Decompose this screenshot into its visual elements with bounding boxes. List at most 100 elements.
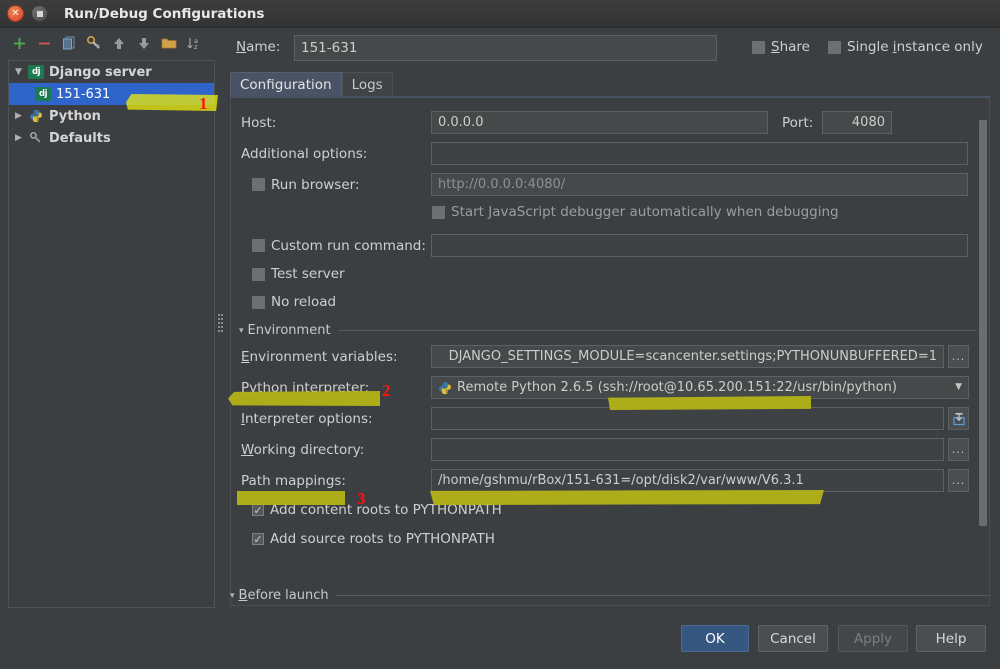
panel-splitter[interactable] [217,312,224,334]
python-interpreter-select[interactable]: Remote Python 2.6.5 (ssh://root@10.65.20… [431,376,969,399]
checkbox-box[interactable] [252,178,265,191]
port-label: Port: [782,114,814,131]
remove-configuration-button[interactable] [33,32,55,54]
custom-run-command-input[interactable] [431,234,968,257]
tree-item-151-631[interactable]: dj 151-631 [9,83,214,105]
env-vars-row: Environment variables: DJANGO_SETTINGS_M… [241,345,981,368]
run-browser-row: Run browser: http://0.0.0.0:4080/ [241,173,981,196]
copy-configuration-button[interactable] [58,32,80,54]
path-mappings-label: Path mappings: [241,472,346,489]
chevron-down-icon[interactable]: ▾ [230,591,235,601]
run-browser-label: Run browser: [271,176,360,193]
edit-defaults-button[interactable] [83,32,105,54]
port-input[interactable]: 4080 [822,111,892,134]
checkbox-box[interactable] [828,40,841,54]
js-debugger-checkbox[interactable]: Start JavaScript debugger automatically … [432,204,839,220]
interpreter-options-input[interactable] [431,407,944,430]
python-interpreter-label: Python interpreter: [241,379,370,396]
env-vars-browse-button[interactable]: ... [948,345,969,368]
configurations-tree[interactable]: ▼ dj Django server dj 151-631 ▶ Python ▶… [8,60,215,608]
scrollbar-thumb[interactable] [979,120,987,526]
tree-item-python[interactable]: ▶ Python [9,105,214,127]
ok-button[interactable]: OK [681,625,749,652]
apply-button: Apply [838,625,908,652]
section-divider [337,330,981,331]
close-icon[interactable]: ✕ [7,5,24,22]
window-titlebar: ✕ Run/Debug Configurations [0,0,1000,28]
path-mappings-input[interactable]: /home/gshmu/rBox/151-631=/opt/disk2/var/… [431,469,944,492]
no-reload-label: No reload [271,294,337,310]
run-browser-url-input[interactable]: http://0.0.0.0:4080/ [431,173,968,196]
configuration-panel: Name: 151-631 Share Single instance only… [228,30,990,608]
help-button[interactable]: Help [916,625,986,652]
custom-run-command-checkbox[interactable]: Custom run command: [241,238,431,254]
host-row: Host: 0.0.0.0 Port: 4080 [241,111,981,134]
python-interpreter-value: Remote Python 2.6.5 (ssh://root@10.65.20… [457,380,897,395]
add-content-roots-checkbox[interactable]: ✓ Add content roots to PYTHONPATH [252,502,502,518]
django-icon: dj [35,87,51,101]
tab-bar[interactable]: Configuration Logs [230,72,393,96]
before-launch-label: Before launch [238,588,329,603]
share-label: Share [771,39,810,55]
path-mappings-row: Path mappings: /home/gshmu/rBox/151-631=… [241,469,981,492]
tab-configuration[interactable]: Configuration [230,72,342,96]
section-divider [335,595,990,596]
tab-logs[interactable]: Logs [341,72,393,96]
host-input[interactable]: 0.0.0.0 [431,111,768,134]
content-scrollbar[interactable] [977,100,989,604]
tree-item-label: 151-631 [56,86,111,102]
share-checkbox[interactable]: Share [752,39,810,55]
maximize-icon[interactable] [31,5,48,22]
working-directory-row: Working directory: ... [241,438,981,461]
working-directory-browse-button[interactable]: ... [948,438,969,461]
chevron-down-icon[interactable]: ▾ [239,326,244,336]
env-vars-input[interactable]: DJANGO_SETTINGS_MODULE=scancenter.settin… [431,345,944,368]
js-debugger-label: Start JavaScript debugger automatically … [451,204,839,220]
name-input[interactable]: 151-631 [294,35,717,61]
chevron-down-icon[interactable]: ▼ [955,382,962,392]
single-instance-checkbox[interactable]: Single instance only [828,39,983,55]
environment-section[interactable]: ▾ Environment [239,323,981,338]
python-icon [28,109,44,123]
dialog-buttons: OK Cancel Apply Help [0,625,1000,669]
checkbox-box[interactable] [252,239,265,252]
single-instance-label: Single instance only [847,39,983,55]
cancel-button[interactable]: Cancel [758,625,828,652]
interpreter-options-row: Interpreter options: [241,407,981,430]
before-launch-section[interactable]: ▾ Before launch [230,588,990,603]
add-content-roots-label: Add content roots to PYTHONPATH [270,502,502,518]
expand-editor-icon[interactable] [948,407,969,430]
checkbox-box[interactable] [252,295,265,309]
defaults-icon [28,131,44,145]
environment-section-label: Environment [247,323,331,338]
name-label: Name: [236,39,281,55]
add-configuration-button[interactable] [8,32,30,54]
chevron-right-icon[interactable]: ▶ [15,111,28,121]
move-into-folder-button[interactable] [158,32,180,54]
additional-options-input[interactable] [431,142,968,165]
checkbox-box[interactable] [252,267,265,281]
checkbox-box-checked[interactable]: ✓ [252,533,264,545]
tree-item-defaults[interactable]: ▶ Defaults [9,127,214,149]
run-browser-checkbox[interactable]: Run browser: [241,177,431,193]
path-mappings-browse-button[interactable]: ... [948,469,969,492]
add-source-roots-checkbox[interactable]: ✓ Add source roots to PYTHONPATH [252,531,495,547]
svg-text:z: z [194,43,198,51]
chevron-down-icon[interactable]: ▼ [15,67,28,77]
move-down-button[interactable] [133,32,155,54]
tree-item-django-server[interactable]: ▼ dj Django server [9,61,214,83]
configurations-toolbar: a z [0,28,220,58]
no-reload-checkbox[interactable]: No reload [252,294,336,310]
sort-configurations-button[interactable]: a z [183,32,205,54]
tree-item-label: Django server [49,64,152,80]
tree-item-label: Python [49,108,101,124]
checkbox-box[interactable] [752,40,765,54]
python-interpreter-row: Python interpreter: Remote Python 2.6.5 … [241,376,981,399]
move-up-button[interactable] [108,32,130,54]
working-directory-input[interactable] [431,438,944,461]
checkbox-box[interactable] [432,205,445,219]
test-server-checkbox[interactable]: Test server [252,266,345,282]
python-icon [438,381,452,395]
chevron-right-icon[interactable]: ▶ [15,133,28,143]
checkbox-box-checked[interactable]: ✓ [252,504,264,516]
